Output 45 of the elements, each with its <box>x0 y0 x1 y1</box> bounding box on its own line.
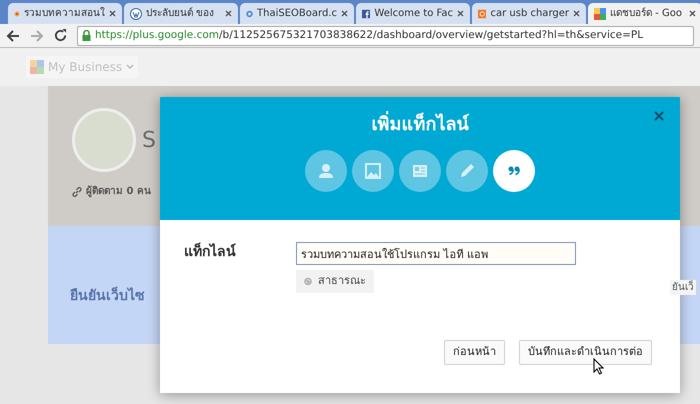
chevron-icon <box>126 64 134 70</box>
business-name: S <box>142 126 156 154</box>
followers-count: ผู้ติดตาม 0 คน <box>86 184 151 199</box>
field-label: แท็กไลน์ <box>184 242 237 262</box>
site-icon <box>130 8 142 20</box>
tab-title: ThaiSEOBoard.c <box>257 7 337 21</box>
dialog-title: เพิ่มแท็กไลน์ <box>372 111 468 138</box>
link-icon <box>72 186 82 196</box>
close-tab-icon[interactable] <box>573 10 580 17</box>
tab-title: ประลับยนต์ ของ <box>146 6 216 21</box>
browser-tab[interactable]: ประลับยนต์ ของ <box>124 3 238 24</box>
reload-icon[interactable] <box>54 29 67 42</box>
tagline-field[interactable]: รวมบทความสอนใช้โปรแกรม ไอที แอพ <box>296 242 576 265</box>
tab-title: car usb charger <box>490 7 569 21</box>
lock-icon <box>82 30 91 41</box>
dialog-button[interactable]: บันทึกและดำเนินการต่อ <box>519 340 652 365</box>
close-tab-icon[interactable] <box>457 10 464 17</box>
tab-title: แดชบอร์ด - Goo <box>610 6 683 21</box>
globe-icon <box>304 276 312 287</box>
address-bar[interactable]: https://plus.google.com/b/112525675321703838622/dashboard/overview/getstarted?hl=th&service=PL <box>77 26 694 46</box>
visibility-button[interactable]: สาธารณะ <box>296 270 374 293</box>
image-icon <box>363 161 383 181</box>
dialog-button[interactable]: ก่อนหน้า <box>444 340 505 365</box>
step-button[interactable] <box>493 150 535 192</box>
back-icon[interactable] <box>6 30 20 42</box>
person-icon <box>316 161 336 181</box>
tab-title: Welcome to Fac <box>374 7 453 21</box>
browser-tab[interactable]: car usb charger <box>472 3 586 24</box>
close-tab-icon[interactable] <box>341 10 348 17</box>
verify-heading: ยืนยันเว็บไซ <box>70 286 145 306</box>
browser-tab[interactable]: แดชบอร์ด - Goo <box>588 3 700 24</box>
close-tab-icon[interactable] <box>225 10 232 17</box>
close-tab-icon[interactable] <box>689 10 696 17</box>
verify-button-text: ยันเว็ <box>670 280 696 295</box>
tab-title: รวมบทความสอนใ <box>24 6 105 21</box>
site-icon <box>478 8 486 20</box>
site-icon <box>362 8 370 20</box>
site-icon <box>594 8 606 20</box>
mouse-cursor-icon <box>593 358 604 375</box>
browser-tab[interactable]: รวมบทความสอนใ <box>8 3 122 24</box>
close-tab-icon[interactable] <box>109 10 116 17</box>
close-button[interactable] <box>652 109 666 123</box>
app-logo-icon <box>30 60 44 74</box>
browser-tab[interactable]: ThaiSEOBoard.c <box>240 3 354 24</box>
browser-tab[interactable]: Welcome to Fac <box>356 3 470 24</box>
